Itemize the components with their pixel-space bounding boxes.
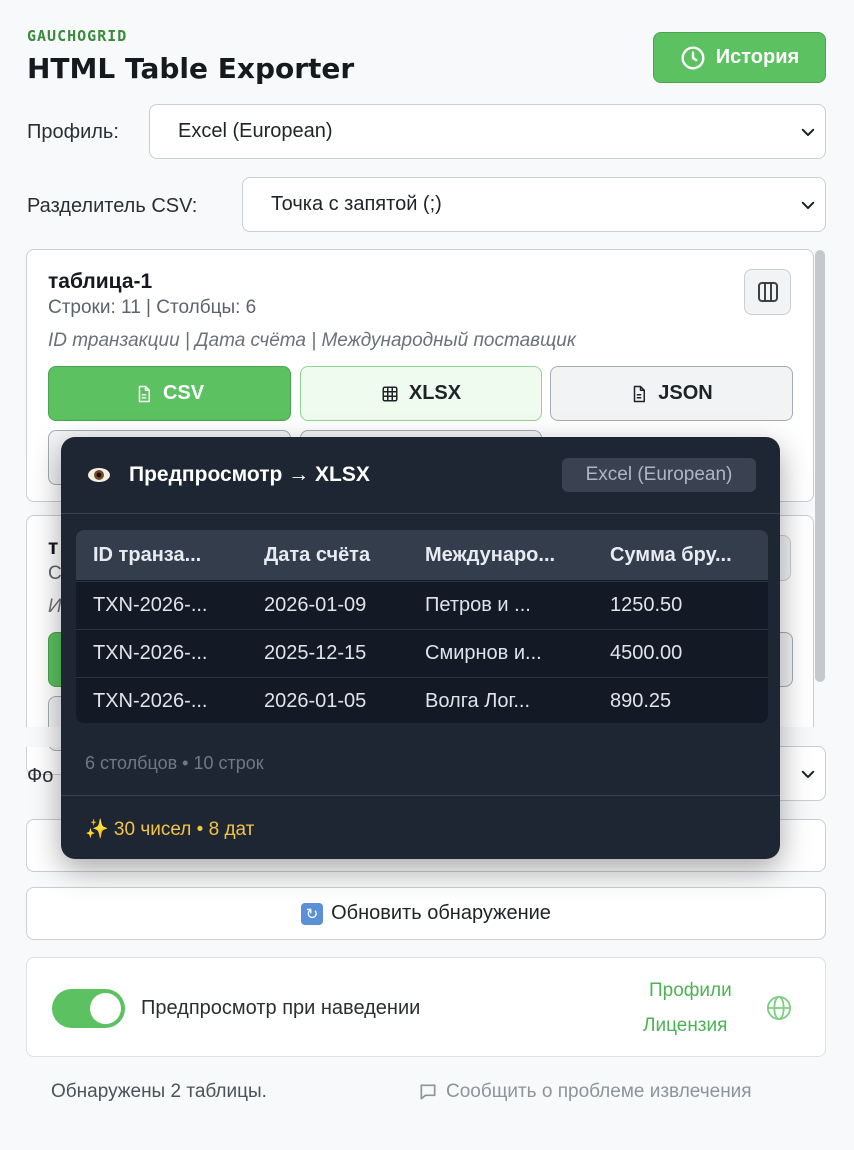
license-link[interactable]: Лицензия	[643, 1015, 727, 1037]
preview-table: ID транза... Дата счёта Междунаро... Сум…	[76, 530, 768, 723]
table-meta: С	[48, 563, 62, 584]
export-csv-label: CSV	[162, 382, 205, 404]
brand-label: GAUCHOGRID	[27, 27, 128, 45]
profile-select[interactable]: Excel (European)	[149, 104, 826, 159]
delimiter-select[interactable]: Точка с запятой (;)	[242, 177, 826, 232]
refresh-icon: ↻	[301, 902, 324, 925]
table-columns-preview: ID транзакции | Дата счёта | Международн…	[48, 330, 576, 351]
preview-column-header: ID транза...	[93, 543, 202, 566]
table-icon	[382, 386, 398, 401]
refresh-detection-label: Обновить обнаружение	[331, 902, 551, 924]
report-problem-label: Сообщить о проблеме извлечения	[446, 1081, 752, 1102]
preview-column-header: Дата счёта	[264, 543, 371, 566]
preview-profile-badge: Excel (European)	[562, 458, 756, 492]
scrollbar[interactable]	[815, 250, 825, 682]
globe-icon[interactable]	[765, 994, 793, 1022]
report-problem-link[interactable]: Сообщить о проблеме извлечения	[418, 1081, 752, 1103]
delimiter-label: Разделитель CSV:	[27, 195, 198, 217]
preview-cell: TXN-2026-...	[93, 642, 208, 664]
preview-detected-types: ✨ 30 чисел • 8 дат	[85, 819, 255, 840]
chevron-down-icon	[801, 128, 815, 136]
preview-title: Предпросмотр → XLSX	[129, 463, 370, 486]
history-button[interactable]: История	[653, 32, 826, 83]
profiles-link[interactable]: Профили	[649, 980, 732, 1002]
preview-cell: 2026-01-05	[264, 690, 367, 712]
export-xlsx-button[interactable]: XLSX	[300, 366, 542, 421]
eye-icon	[88, 468, 110, 482]
delimiter-select-value: Точка с запятой (;)	[271, 193, 442, 215]
preview-cell: 1250.50	[610, 594, 683, 616]
columns-icon	[757, 282, 778, 302]
preview-header-row: ID транза... Дата счёта Междунаро... Сум…	[76, 530, 768, 580]
preview-cell: Волга Лог...	[425, 690, 530, 712]
table-row: TXN-2026-... 2025-12-15 Смирнов и... 450…	[76, 629, 768, 677]
chevron-down-icon	[801, 201, 815, 209]
toggle-knob	[90, 993, 121, 1024]
app-title: HTML Table Exporter	[27, 52, 355, 85]
hover-preview-toggle[interactable]	[52, 989, 125, 1028]
export-csv-button[interactable]: CSV	[48, 366, 291, 421]
profile-label: Профиль:	[27, 121, 119, 143]
preview-cell: Смирнов и...	[425, 642, 542, 664]
profile-select-value: Excel (European)	[178, 120, 333, 142]
refresh-detection-button[interactable]: ↻ Обновить обнаружение	[26, 887, 826, 940]
divider	[61, 795, 780, 796]
table-name: таблица-1	[48, 270, 153, 293]
export-json-label: JSON	[658, 382, 713, 404]
document-icon	[634, 385, 646, 402]
preview-popover: Предпросмотр → XLSX Excel (European) ID …	[61, 437, 780, 859]
table-row: TXN-2026-... 2026-01-05 Волга Лог... 890…	[76, 677, 768, 723]
history-button-label: История	[715, 46, 800, 68]
table-columns-preview: И	[48, 596, 62, 617]
preview-header: Предпросмотр → XLSX Excel (European)	[61, 437, 780, 514]
hover-preview-label: Предпросмотр при наведении	[141, 997, 421, 1019]
preview-cell: TXN-2026-...	[93, 594, 208, 616]
table-name: т	[48, 536, 59, 559]
settings-panel: Предпросмотр при наведении Профили Лицен…	[26, 957, 826, 1057]
clock-icon	[681, 46, 705, 69]
preview-summary: 6 столбцов • 10 строк	[85, 753, 264, 773]
chevron-down-icon	[801, 770, 815, 778]
table-row: TXN-2026-... 2026-01-09 Петров и ... 125…	[76, 581, 768, 629]
preview-column-header: Междунаро...	[425, 543, 556, 566]
preview-cell: 890.25	[610, 690, 672, 712]
preview-column-header: Сумма бру...	[610, 543, 732, 566]
table-meta: Строки: 11 | Столбцы: 6	[48, 297, 257, 318]
preview-cell: 2026-01-09	[264, 594, 367, 616]
preview-cell: 2025-12-15	[264, 642, 367, 664]
message-icon	[420, 1084, 436, 1100]
preview-cell: TXN-2026-...	[93, 690, 208, 712]
detection-status: Обнаружены 2 таблицы.	[51, 1081, 267, 1102]
export-xlsx-label: XLSX	[408, 382, 462, 404]
export-json-button[interactable]: JSON	[550, 366, 793, 421]
preview-cell: Петров и ...	[425, 594, 531, 616]
preview-cell: 4500.00	[610, 642, 683, 664]
column-picker-button[interactable]	[744, 269, 791, 315]
format-label: Фо	[27, 765, 54, 787]
file-icon	[138, 385, 150, 402]
